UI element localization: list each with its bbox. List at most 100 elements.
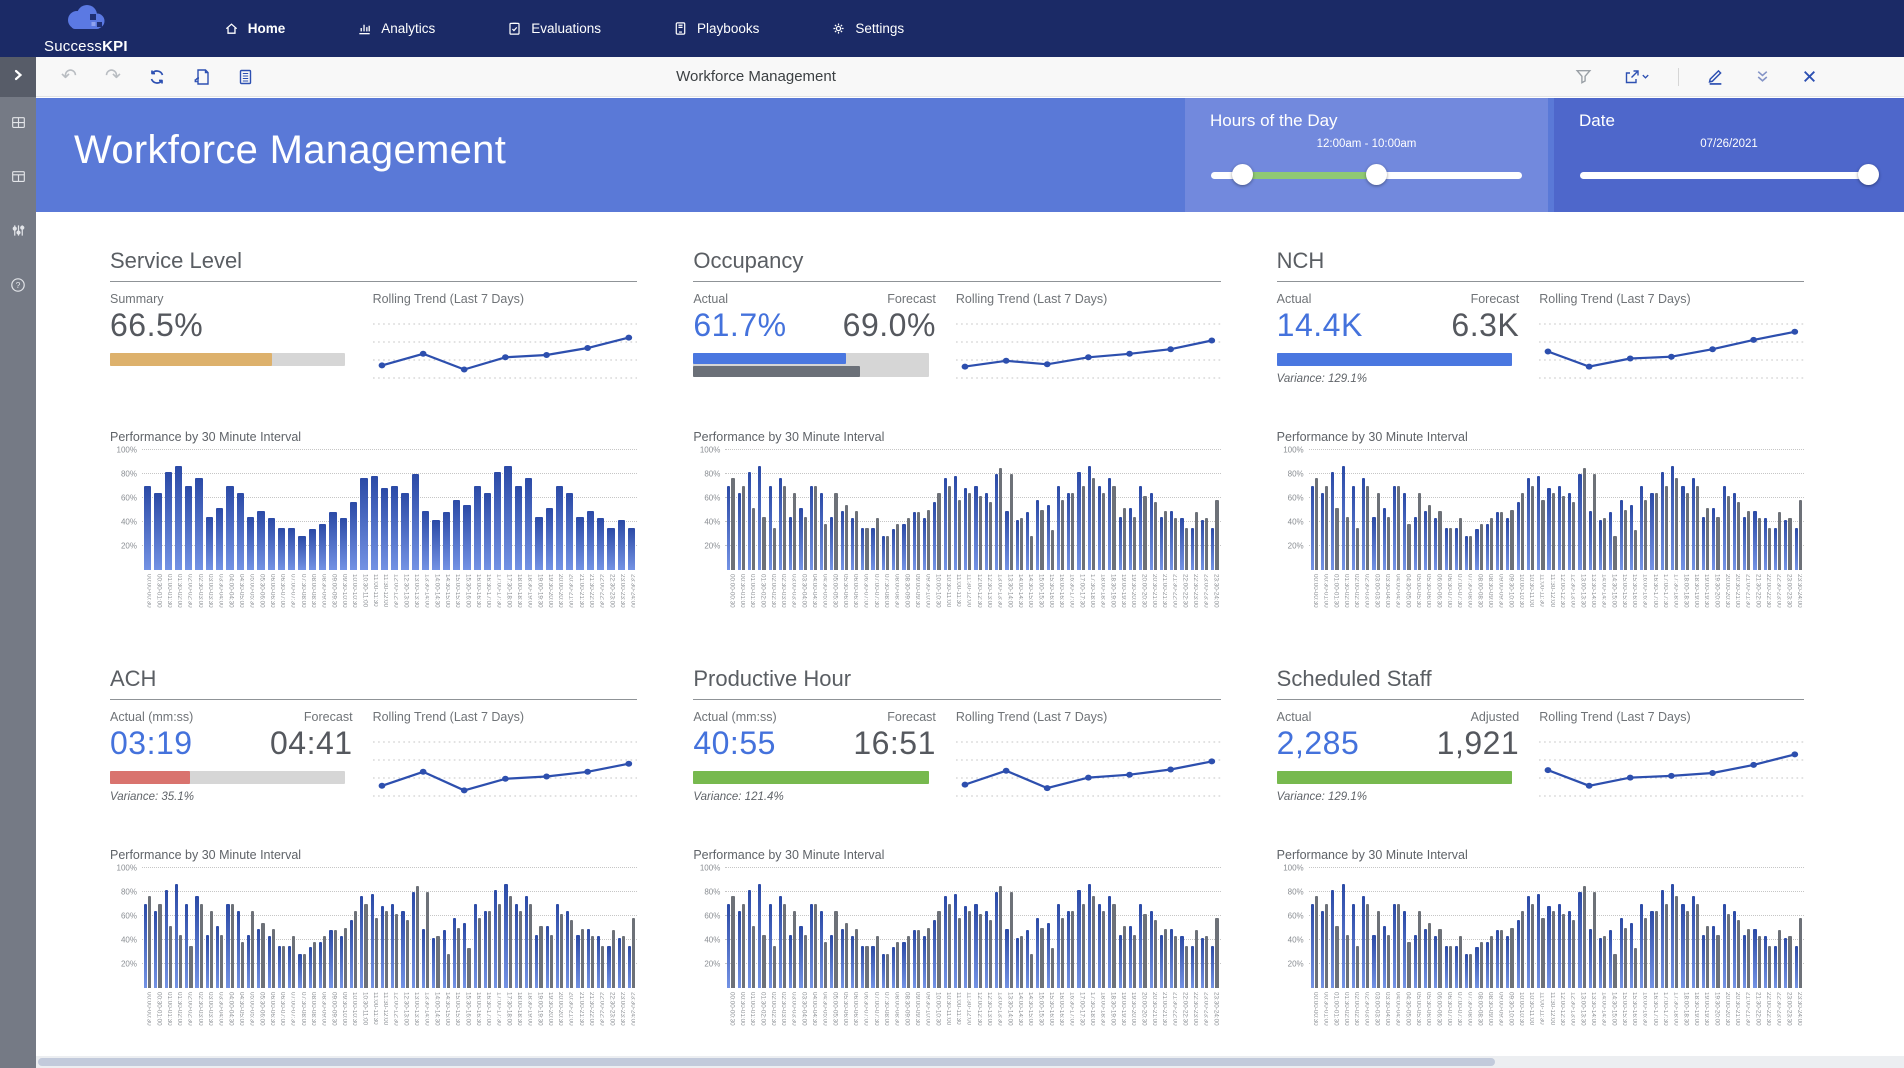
close-icon[interactable] — [1798, 66, 1820, 88]
kpi-label-actual: Actual — [1277, 710, 1312, 724]
report-title: Workforce Management — [676, 68, 836, 85]
nav-item-evaluations[interactable]: Evaluations — [507, 21, 601, 36]
kpi-value-actual: 2,285 — [1277, 725, 1360, 762]
trend-label: Rolling Trend (Last 7 Days) — [956, 292, 1221, 306]
nav-item-playbooks[interactable]: Playbooks — [673, 21, 759, 36]
occupancy-progress-bar — [693, 353, 928, 377]
service-level-performance-chart: 100%80%60%40%20%00:00-00:3000:30-01:0001… — [110, 450, 637, 644]
left-sidebar: ? — [0, 57, 36, 1068]
summary-icon[interactable] — [234, 66, 256, 88]
kpi-value-forecast: 6.3K — [1451, 307, 1519, 344]
kpi-label-actual: Actual (mm:ss) — [693, 710, 776, 724]
kpi-value-forecast: 04:41 — [270, 725, 353, 762]
trend-label: Rolling Trend (Last 7 Days) — [1539, 292, 1804, 306]
productive-hour-performance-chart: 100%80%60%40%20%00:00-00:3000:30-01:0001… — [693, 868, 1220, 1056]
brand-logo[interactable]: SuccessKPI — [44, 3, 128, 55]
kpi-label-adjusted: Adjusted — [1471, 710, 1520, 724]
variance-text: Variance: 121.4% — [693, 791, 936, 803]
performance-label: Performance by 30 Minute Interval — [110, 430, 637, 444]
page-title: Workforce Management — [74, 128, 506, 173]
help-icon[interactable]: ? — [10, 276, 27, 293]
brand-name: SuccessKPI — [44, 38, 128, 55]
hours-filter-panel: Hours of the Day 12:00am - 10:00am — [1185, 98, 1548, 212]
sidebar-expand-button[interactable] — [0, 57, 36, 97]
table-grid-icon[interactable] — [10, 168, 27, 185]
panel-ach: ACH Actual (mm:ss) Forecast 03:19 04:41 … — [110, 666, 637, 1056]
nav-item-settings[interactable]: Settings — [831, 21, 904, 36]
cloud-logo-icon — [63, 3, 109, 40]
dashboard-content: Service Level Summary 66.5% Rolling Tren… — [36, 212, 1904, 1056]
kpi-label-forecast: Forecast — [887, 292, 936, 306]
chevron-right-icon — [12, 68, 24, 86]
redo-icon[interactable]: ↷ — [102, 66, 124, 88]
kpi-value-actual: 61.7% — [693, 307, 786, 344]
scheduled-staff-trend-chart — [1539, 728, 1804, 812]
evaluations-icon — [507, 21, 522, 36]
kpi-label-actual: Actual — [1277, 292, 1312, 306]
date-slider-handle[interactable] — [1858, 164, 1879, 185]
ach-progress-bar — [110, 771, 345, 784]
horizontal-scrollbar[interactable] — [36, 1056, 1904, 1068]
occupancy-trend-chart — [956, 310, 1221, 394]
main-nav: Home Analytics Evaluations Playbooks Set… — [224, 21, 904, 36]
report-toolbar: ↶ ↷ Workforce Management — [36, 57, 1904, 97]
kpi-value-summary: 66.5% — [110, 307, 203, 344]
kpi-label-forecast: Forecast — [887, 710, 936, 724]
occupancy-performance-chart: 100%80%60%40%20%00:00-00:3000:30-01:0001… — [693, 450, 1220, 644]
hours-slider-start-handle[interactable] — [1232, 164, 1253, 185]
trend-label: Rolling Trend (Last 7 Days) — [373, 710, 638, 724]
hours-slider-end-handle[interactable] — [1366, 164, 1387, 185]
trend-label: Rolling Trend (Last 7 Days) — [956, 710, 1221, 724]
nav-item-analytics[interactable]: Analytics — [357, 21, 435, 36]
date-filter-label: Date — [1579, 111, 1904, 131]
nav-item-label: Analytics — [381, 21, 435, 36]
kpi-value-forecast: 16:51 — [853, 725, 936, 762]
nch-performance-chart: 100%80%60%40%20%00:00-00:3000:30-01:0001… — [1277, 450, 1804, 644]
panel-title: Service Level — [110, 248, 637, 282]
panel-title: Productive Hour — [693, 666, 1220, 700]
settings-icon — [831, 21, 846, 36]
panel-nch: NCH Actual Forecast 14.4K 6.3K Variance:… — [1277, 248, 1804, 644]
kpi-label-forecast: Forecast — [1471, 292, 1520, 306]
export-caret-icon — [1641, 72, 1650, 81]
productive-hour-progress-bar — [693, 771, 928, 784]
hours-slider-selected-range — [1242, 172, 1376, 179]
kpi-label: Summary — [110, 292, 163, 306]
performance-label: Performance by 30 Minute Interval — [110, 848, 637, 862]
performance-label: Performance by 30 Minute Interval — [693, 848, 1220, 862]
playbooks-icon — [673, 21, 688, 36]
analytics-icon — [357, 21, 372, 36]
filters-sliders-icon[interactable] — [10, 222, 27, 239]
trend-label: Rolling Trend (Last 7 Days) — [373, 292, 638, 306]
date-filter-value: 07/26/2021 — [1554, 138, 1904, 150]
hours-range-slider[interactable] — [1211, 164, 1522, 186]
edit-icon[interactable] — [1704, 66, 1726, 88]
variance-text: Variance: 129.1% — [1277, 791, 1520, 803]
performance-label: Performance by 30 Minute Interval — [693, 430, 1220, 444]
panel-occupancy: Occupancy Actual Forecast 61.7% 69.0% Ro… — [693, 248, 1220, 644]
panel-service-level: Service Level Summary 66.5% Rolling Tren… — [110, 248, 637, 644]
panel-scheduled-staff: Scheduled Staff Actual Adjusted 2,285 1,… — [1277, 666, 1804, 1056]
filter-icon[interactable] — [1572, 66, 1594, 88]
nav-item-home[interactable]: Home — [224, 21, 286, 36]
horizontal-scrollbar-thumb[interactable] — [38, 1058, 1495, 1066]
panel-productive-hour: Productive Hour Actual (mm:ss) Forecast … — [693, 666, 1220, 1056]
trend-label: Rolling Trend (Last 7 Days) — [1539, 710, 1804, 724]
variance-text: Variance: 129.1% — [1277, 373, 1520, 385]
dashboard-grid-icon[interactable] — [10, 114, 27, 131]
ach-performance-chart: 100%80%60%40%20%00:00-00:3000:30-01:0001… — [110, 868, 637, 1056]
collapse-icon[interactable] — [1751, 66, 1773, 88]
kpi-label-actual: Actual — [693, 292, 728, 306]
kpi-value-forecast: 69.0% — [843, 307, 936, 344]
export-icon[interactable] — [1619, 66, 1653, 88]
panel-title: Scheduled Staff — [1277, 666, 1804, 700]
panel-title: NCH — [1277, 248, 1804, 282]
date-slider[interactable] — [1580, 164, 1878, 186]
undo-icon[interactable]: ↶ — [58, 66, 80, 88]
kpi-value-adjusted: 1,921 — [1437, 725, 1520, 762]
report-refresh-icon[interactable] — [190, 66, 212, 88]
panel-title: ACH — [110, 666, 637, 700]
nav-item-label: Playbooks — [697, 21, 759, 36]
hours-filter-label: Hours of the Day — [1210, 111, 1548, 131]
refresh-icon[interactable] — [146, 66, 168, 88]
